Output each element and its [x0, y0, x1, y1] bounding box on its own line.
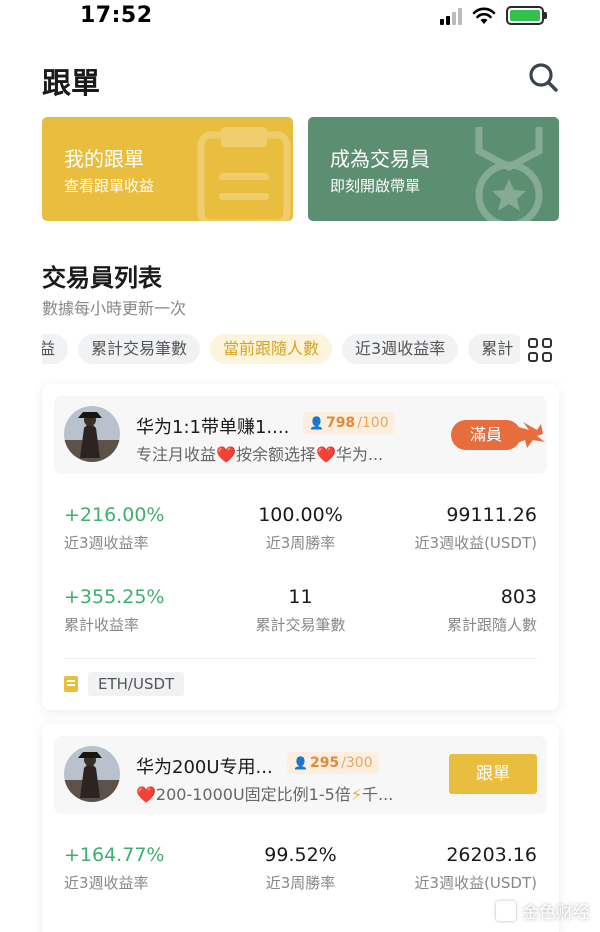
my-copy-trades-title: 我的跟單 [64, 147, 144, 171]
stat-value: +164.77% [64, 844, 165, 866]
stat-label: 累計收益率 [64, 616, 140, 634]
become-trader-card[interactable]: 成為交易員 即刻開啟帶單 [308, 117, 559, 221]
sort-tab[interactable]: 益 [42, 334, 69, 364]
stat-3w-roi: +216.00% 近3週收益率 [64, 504, 164, 553]
my-copy-trades-card[interactable]: 我的跟單 查看跟單收益 [42, 117, 293, 221]
stat-value: 26203.16 [446, 844, 537, 866]
full-status-badge: 滿員 [451, 420, 545, 450]
sort-tabs[interactable]: 益 累計交易筆數 當前跟隨人數 近3週收益率 累計 [42, 334, 520, 366]
person-icon: 👤 [293, 756, 308, 770]
stat-label: 近3周勝率 [265, 874, 336, 892]
lightning-icon: ⚡ [350, 785, 363, 804]
heart-icon: ❤️ [315, 445, 336, 464]
stat-3w-pnl: 26203.16 近3週收益(USDT) [415, 844, 537, 893]
trading-pairs: ETH/USDT [64, 672, 185, 696]
status-icons [440, 6, 547, 25]
stat-3w-pnl: 99111.26 近3週收益(USDT) [415, 504, 537, 553]
stat-value: +355.25% [64, 586, 165, 608]
status-bar: 17:52 [0, 0, 600, 34]
follow-button[interactable]: 跟單 [449, 754, 537, 794]
clipboard-icon [197, 127, 291, 221]
sort-tab-3w-roi[interactable]: 近3週收益率 [342, 334, 459, 364]
followers-badge: 👤 295 /300 [287, 752, 379, 774]
trader-card[interactable]: 华为200U专用... 👤 295 /300 ❤️200-1000U固定比例1-… [42, 724, 559, 932]
heart-icon: ❤️ [136, 785, 156, 804]
trader-list-subtitle: 數據每小時更新一次 [42, 299, 187, 318]
stat-total-followers: 803 累計跟隨人數 [447, 586, 537, 635]
avatar [64, 746, 120, 802]
stat-label: 近3週收益(USDT) [414, 874, 537, 892]
pair-tag: ETH/USDT [88, 672, 185, 696]
stat-label: 近3週收益率 [64, 874, 149, 892]
sort-tab-current-followers[interactable]: 當前跟隨人數 [210, 334, 333, 364]
divider [64, 658, 537, 659]
coin-icon [64, 676, 78, 692]
become-trader-title: 成為交易員 [330, 147, 430, 171]
stat-3w-win-rate: 100.00% 近3周勝率 [222, 504, 379, 553]
stat-label: 近3週收益率 [64, 534, 149, 552]
become-trader-subtitle: 即刻開啟帶單 [330, 177, 421, 195]
stat-value: 803 [500, 586, 537, 608]
stat-value: 100.00% [258, 504, 343, 526]
stat-value: 99111.26 [446, 504, 537, 526]
watermark: 金色财经 [496, 898, 590, 923]
followers-max: /100 [357, 415, 389, 431]
stat-total-trades: 11 累計交易筆數 [222, 586, 379, 635]
trader-name: 华为200U专用... [136, 757, 273, 778]
status-time: 17:52 [80, 3, 153, 28]
search-button[interactable] [528, 62, 560, 94]
stat-label: 近3周勝率 [265, 534, 336, 552]
flame-icon [515, 422, 545, 448]
grid-view-icon[interactable] [528, 338, 552, 362]
stat-3w-roi: +164.77% 近3週收益率 [64, 844, 164, 893]
stat-3w-win-rate: 99.52% 近3周勝率 [222, 844, 379, 893]
person-icon: 👤 [309, 416, 324, 430]
medal-icon [475, 127, 543, 221]
wifi-icon [472, 7, 496, 24]
watermark-logo-icon [496, 900, 516, 921]
stat-label: 累計交易筆數 [255, 616, 346, 634]
trader-name: 华为1:1带单赚1.... [136, 417, 290, 438]
trader-header: 华为1:1带单赚1.... 👤 798 /100 专注月收益❤️按余额选择❤️华… [54, 396, 547, 474]
heart-icon: ❤️ [216, 445, 236, 464]
followers-badge: 👤 798 /100 [303, 412, 395, 434]
avatar [64, 406, 120, 462]
my-copy-trades-subtitle: 查看跟單收益 [64, 177, 155, 195]
trader-header: 华为200U专用... 👤 295 /300 ❤️200-1000U固定比例1-… [54, 736, 547, 814]
trader-description: 专注月收益❤️按余额选择❤️华为... [136, 445, 384, 464]
watermark-text: 金色财经 [522, 903, 590, 923]
search-icon [529, 63, 558, 92]
cellular-signal-icon [440, 7, 462, 25]
full-status-label: 滿員 [451, 420, 521, 450]
stat-value: 11 [288, 586, 313, 608]
stat-value: +216.00% [64, 504, 165, 526]
followers-max: /300 [341, 755, 373, 771]
stat-label: 累計跟隨人數 [446, 616, 537, 634]
stat-total-roi: +355.25% 累計收益率 [64, 586, 164, 635]
stat-label: 近3週收益(USDT) [414, 534, 537, 552]
trader-list-title: 交易員列表 [42, 264, 162, 292]
stat-value: 99.52% [264, 844, 337, 866]
sort-tab-total-trades[interactable]: 累計交易筆數 [78, 334, 201, 364]
page-title: 跟單 [42, 66, 101, 100]
sort-tab[interactable]: 累計 [468, 334, 520, 364]
trader-description: ❤️200-1000U固定比例1-5倍⚡千... [136, 785, 394, 804]
followers-current: 295 [309, 755, 340, 771]
battery-charging-icon [506, 6, 547, 25]
followers-current: 798 [325, 415, 356, 431]
trader-card[interactable]: 华为1:1带单赚1.... 👤 798 /100 专注月收益❤️按余额选择❤️华… [42, 384, 559, 710]
